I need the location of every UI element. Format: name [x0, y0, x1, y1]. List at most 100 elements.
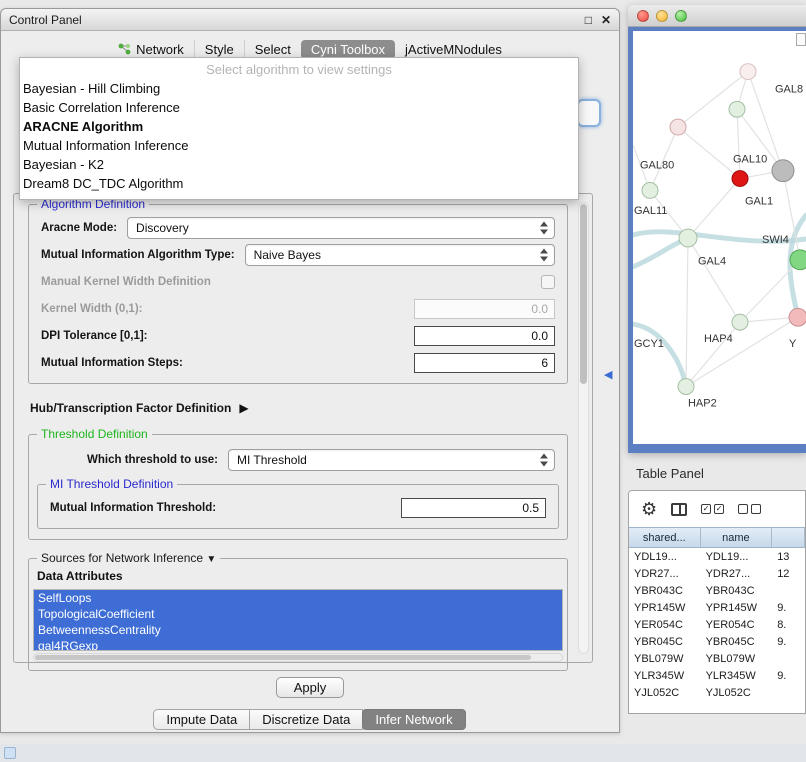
control-panel-titlebar[interactable]: Control Panel □ ✕: [1, 9, 619, 31]
network-node[interactable]: [729, 101, 745, 117]
table-toolbar: ⚙ ✓ ✓: [629, 491, 805, 527]
algorithm-option[interactable]: Basic Correlation Inference: [20, 98, 578, 117]
hide-panel-arrow-icon[interactable]: ◀: [604, 368, 612, 381]
table-cell: [772, 684, 805, 701]
column-layout-icon[interactable]: [671, 503, 687, 516]
manual-kernel-checkbox[interactable]: [541, 275, 555, 289]
table-cell: 9.: [772, 667, 805, 684]
table-cell: YPR145W: [701, 599, 773, 616]
tab-cyni-toolbox[interactable]: Cyni Toolbox: [301, 40, 395, 59]
algorithm-option[interactable]: Bayesian - K2: [20, 155, 578, 174]
close-button[interactable]: [637, 10, 649, 22]
network-node[interactable]: [740, 64, 756, 80]
algorithm-option[interactable]: Mutual Information Inference: [20, 136, 578, 155]
which-threshold-combobox[interactable]: MI Threshold: [228, 449, 555, 471]
network-edge[interactable]: [686, 322, 740, 386]
tab-label: jActiveMNodules: [405, 42, 502, 57]
float-window-icon[interactable]: □: [585, 13, 592, 27]
table-cell: YBR045C: [701, 633, 773, 650]
dpi-tolerance-field[interactable]: 0.0: [414, 326, 555, 346]
network-node[interactable]: [642, 183, 658, 199]
network-edge-thick[interactable]: [633, 324, 686, 386]
network-edge[interactable]: [688, 179, 740, 238]
column-header[interactable]: [772, 528, 805, 547]
checked-box-icon: ✓: [701, 504, 711, 514]
collapse-arrow-icon[interactable]: ▼: [206, 554, 216, 565]
minimized-panel-icon[interactable]: [4, 747, 16, 759]
network-edge[interactable]: [678, 127, 740, 179]
minimize-button[interactable]: [656, 10, 668, 22]
network-node[interactable]: [732, 314, 748, 330]
table-row[interactable]: YPR145WYPR145W9.: [629, 599, 805, 616]
gear-icon[interactable]: ⚙: [641, 500, 657, 518]
tab-style[interactable]: Style: [194, 40, 244, 59]
column-header[interactable]: shared...: [629, 528, 701, 547]
tab-label: Network: [136, 42, 184, 57]
canvas-scrollbar-button[interactable]: [796, 33, 806, 46]
attribute-list-item[interactable]: gal4RGexp: [34, 638, 562, 651]
network-edge[interactable]: [688, 238, 740, 322]
tab-select[interactable]: Select: [244, 40, 301, 59]
mi-steps-label: Mutual Information Steps:: [41, 357, 183, 369]
column-header[interactable]: name: [701, 528, 773, 547]
table-cell: YDL19...: [629, 548, 701, 565]
tab-jactivemnodules[interactable]: jActiveMNodules: [395, 40, 512, 59]
table-row[interactable]: YER054CYER054C8.: [629, 616, 805, 633]
network-node[interactable]: [670, 119, 686, 135]
aracne-mode-combobox[interactable]: Discovery: [127, 217, 555, 239]
threshold-definition-title: Threshold Definition: [37, 427, 152, 441]
network-window-titlebar[interactable]: [628, 5, 806, 27]
table-row[interactable]: YBR045CYBR045C9.: [629, 633, 805, 650]
algorithm-option[interactable]: ARACNE Algorithm: [20, 117, 578, 136]
tab-network[interactable]: Network: [108, 40, 194, 59]
node-label: GAL10: [733, 154, 767, 166]
network-node[interactable]: [772, 160, 794, 182]
algorithm-combobox-fragment[interactable]: [577, 99, 601, 127]
cyni-algorithm-settings-group: Cyni Algorithm Settings Algorithm Defini…: [13, 193, 593, 663]
scrollbar-thumb[interactable]: [35, 655, 531, 660]
mi-threshold-field[interactable]: 0.5: [401, 498, 546, 518]
network-node[interactable]: [732, 171, 748, 187]
sources-group-title[interactable]: Sources for Network Inference ▼: [37, 551, 220, 565]
expand-arrow-icon[interactable]: ▶: [239, 401, 248, 415]
table-row[interactable]: YDL19...YDL19...13: [629, 548, 805, 565]
window-title: Control Panel: [9, 13, 82, 27]
network-node[interactable]: [679, 229, 697, 247]
select-all-icon[interactable]: ✓ ✓: [701, 504, 724, 514]
mi-steps-field[interactable]: 6: [414, 353, 555, 373]
tab-infer-network[interactable]: Infer Network: [362, 709, 465, 730]
attribute-list-item[interactable]: TopologicalCoefficient: [34, 606, 562, 622]
data-attributes-list[interactable]: SelfLoopsTopologicalCoefficientBetweenne…: [33, 589, 563, 651]
close-window-icon[interactable]: ✕: [601, 13, 611, 27]
table-row[interactable]: YDR27...YDR27...12: [629, 565, 805, 582]
network-node[interactable]: [790, 250, 806, 270]
table-cell: 9.: [772, 633, 805, 650]
algorithm-option[interactable]: Dream8 DC_TDC Algorithm: [20, 174, 578, 193]
apply-button[interactable]: Apply: [276, 677, 344, 698]
network-edge[interactable]: [737, 109, 740, 178]
network-graph[interactable]: GAL8GAL80GAL10GAL11GAL1SWI4GAL4GCY1HAP4Y…: [633, 31, 806, 444]
table-row[interactable]: YLR345WYLR345W9.: [629, 667, 805, 684]
combo-arrows-icon: [540, 248, 548, 261]
tab-impute-data[interactable]: Impute Data: [153, 709, 250, 730]
mi-type-combobox[interactable]: Naive Bayes: [245, 244, 555, 266]
sources-title-text: Sources for Network Inference: [41, 551, 203, 565]
table-row[interactable]: YJL052CYJL052C: [629, 684, 805, 701]
table-row[interactable]: YBL079WYBL079W: [629, 650, 805, 667]
network-canvas[interactable]: GAL8GAL80GAL10GAL11GAL1SWI4GAL4GCY1HAP4Y…: [633, 31, 806, 444]
tab-discretize-data[interactable]: Discretize Data: [249, 709, 363, 730]
scrollbar-thumb[interactable]: [580, 204, 587, 384]
settings-vertical-scrollbar[interactable]: [578, 202, 589, 654]
attribute-list-item[interactable]: SelfLoops: [34, 590, 562, 606]
table-row[interactable]: YBR043CYBR043C: [629, 582, 805, 599]
network-node[interactable]: [678, 379, 694, 395]
network-edge[interactable]: [686, 238, 688, 387]
algorithm-option[interactable]: Bayesian - Hill Climbing: [20, 79, 578, 98]
network-node[interactable]: [789, 308, 806, 326]
deselect-all-icon[interactable]: [738, 504, 761, 514]
aracne-mode-value: Discovery: [136, 221, 189, 235]
attributes-horizontal-scrollbar[interactable]: [33, 653, 563, 662]
hub-tf-definition-section[interactable]: Hub/Transcription Factor Definition ▶: [30, 398, 568, 418]
zoom-button[interactable]: [675, 10, 687, 22]
attribute-list-item[interactable]: BetweennessCentrality: [34, 622, 562, 638]
